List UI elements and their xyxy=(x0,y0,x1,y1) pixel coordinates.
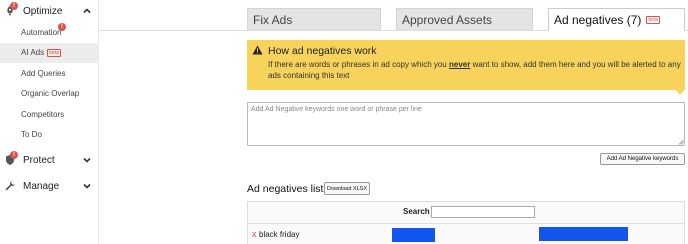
resize-handle-icon[interactable] xyxy=(678,139,684,145)
tab-ad-negatives[interactable]: Ad negatives (7) beta xyxy=(548,8,685,31)
nav-ai-ads-label: AI Ads xyxy=(21,48,45,58)
chevron-down-icon xyxy=(83,157,91,163)
nav-optimize-label: Optimize xyxy=(23,5,63,17)
tab-ad-negatives-label: Ad negatives (7) xyxy=(554,13,642,27)
search-label: Search xyxy=(403,207,430,216)
alert-pointer xyxy=(676,90,684,95)
ad-negatives-list-title: Ad negatives list xyxy=(247,183,324,195)
nav-add-queries[interactable]: Add Queries xyxy=(0,63,99,84)
redacted-block xyxy=(392,228,435,242)
nav-organic-overlap-label: Organic Overlap xyxy=(21,89,80,99)
info-alert: How ad negatives work If there are words… xyxy=(247,40,685,95)
automation-alert-badge: ! xyxy=(58,23,66,31)
nav-competitors-label: Competitors xyxy=(21,109,65,119)
redacted-block xyxy=(539,227,628,241)
tab-approved-assets[interactable]: Approved Assets xyxy=(396,8,533,30)
chevron-up-icon xyxy=(83,8,91,14)
optimize-alert-badge: ! xyxy=(10,2,18,10)
add-ad-negative-keywords-button[interactable]: Add Ad Negative keywords xyxy=(600,153,685,165)
remove-keyword-icon[interactable]: x xyxy=(252,229,257,239)
nav-optimize[interactable]: ! Optimize xyxy=(0,0,99,22)
nav-organic-overlap[interactable]: Organic Overlap xyxy=(0,84,99,105)
nav-add-queries-label: Add Queries xyxy=(21,68,66,78)
tab-fix-ads[interactable]: Fix Ads xyxy=(247,8,381,30)
rocket-icon: ! xyxy=(4,2,18,17)
alert-emphasis: never xyxy=(448,60,471,69)
table-divider xyxy=(248,223,684,224)
beta-tag: beta xyxy=(646,16,661,24)
nav-automation[interactable]: Automation ! xyxy=(0,22,99,43)
keyword-cell: black friday xyxy=(259,230,300,239)
wrench-icon xyxy=(4,180,16,192)
sidebar: ! Optimize Automation ! AI Ads beta Add … xyxy=(0,0,99,244)
chevron-down-icon xyxy=(83,183,91,189)
ad-negative-keywords-input[interactable] xyxy=(247,102,685,146)
tab-approved-assets-label: Approved Assets xyxy=(402,12,493,27)
download-xlsx-button[interactable]: Download XLSX xyxy=(324,182,370,195)
shield-icon: ! xyxy=(4,151,18,166)
tab-fix-ads-label: Fix Ads xyxy=(253,12,293,27)
search-input[interactable] xyxy=(431,206,535,218)
nav-ai-ads[interactable]: AI Ads beta xyxy=(0,42,99,63)
protect-alert-badge: ! xyxy=(10,151,18,159)
nav-to-do[interactable]: To Do xyxy=(0,125,99,146)
warning-icon xyxy=(252,45,263,55)
nav-protect-label: Protect xyxy=(23,154,55,166)
nav-to-do-label: To Do xyxy=(21,130,42,140)
nav-competitors[interactable]: Competitors xyxy=(0,104,99,125)
nav-manage[interactable]: Manage xyxy=(0,175,99,197)
nav-manage-label: Manage xyxy=(23,180,60,192)
beta-tag: beta xyxy=(47,48,61,57)
alert-title: How ad negatives work xyxy=(268,45,377,57)
nav-automation-label: Automation xyxy=(21,27,62,37)
alert-body: If there are words or phrases in ad copy… xyxy=(268,60,681,80)
nav-protect[interactable]: ! Protect xyxy=(0,149,99,171)
